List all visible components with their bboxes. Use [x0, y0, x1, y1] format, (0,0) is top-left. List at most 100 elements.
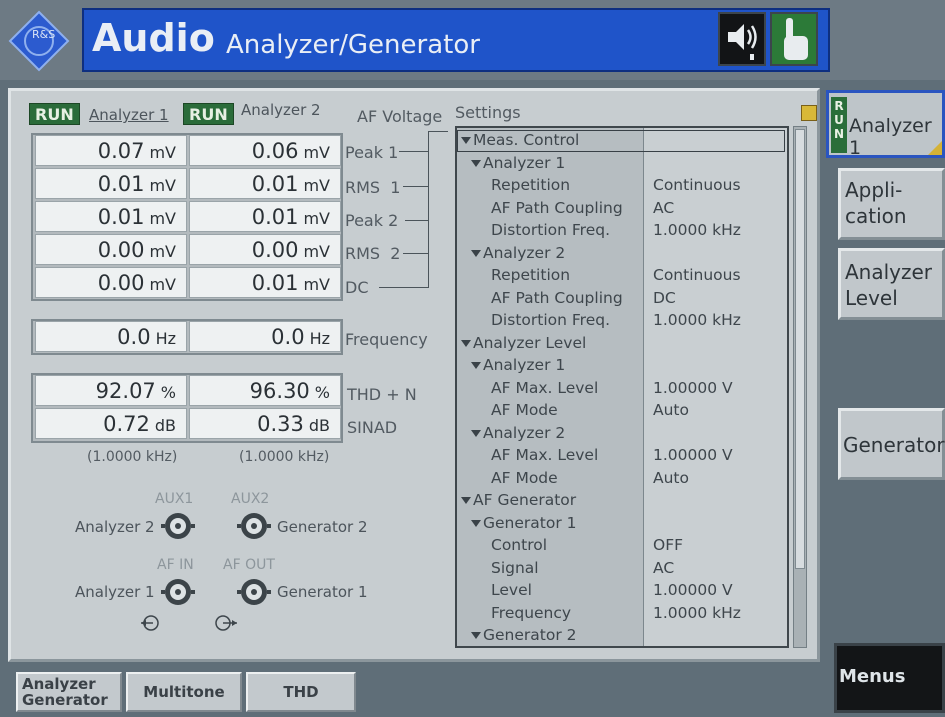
settings-param-row[interactable]: AF Path Coupling DC — [457, 288, 787, 310]
settings-row-label: Repetition — [491, 266, 571, 284]
settings-group-row[interactable]: Analyzer 2 — [457, 423, 787, 445]
corner-triangle-icon — [928, 141, 942, 155]
softkey-application[interactable]: Appli- cation — [838, 168, 945, 240]
expand-triangle-icon[interactable] — [471, 429, 481, 438]
expand-triangle-icon[interactable] — [461, 339, 471, 348]
settings-param-row[interactable]: AF Max. Level 1.00000 V — [457, 378, 787, 400]
expand-triangle-icon[interactable] — [471, 159, 481, 168]
settings-param-row[interactable]: Frequency 1.0000 kHz — [457, 603, 787, 625]
settings-scrollbar[interactable] — [793, 126, 807, 648]
settings-row-label: Analyzer 1 — [483, 153, 566, 172]
settings-row-label: Generator 1 — [483, 513, 577, 532]
settings-group-row[interactable]: Analyzer Level — [457, 333, 787, 355]
expand-triangle-icon[interactable] — [471, 632, 481, 640]
aux1-label: AUX1 — [155, 491, 194, 507]
bracket-wire — [428, 131, 448, 132]
settings-param-row[interactable]: Distortion Freq. 1.0000 kHz — [457, 310, 787, 332]
settings-row-value: Auto — [653, 401, 689, 419]
settings-row-label: Analyzer 2 — [483, 423, 566, 442]
bnc-aux2-icon — [237, 513, 271, 539]
settings-row-value: 1.00000 V — [653, 446, 733, 464]
settings-param-row[interactable]: AF Path Coupling AC — [457, 198, 787, 220]
settings-row-label: AF Mode — [491, 401, 558, 419]
thd-analyzer1: 92.07% — [35, 375, 187, 406]
settings-group-row[interactable]: AF Generator — [457, 490, 787, 512]
settings-group-row[interactable]: Generator 2 — [457, 625, 787, 646]
speaker-icon[interactable] — [718, 12, 766, 66]
settings-scroll-thumb[interactable] — [795, 129, 805, 569]
analyzer1-label[interactable]: Analyzer 1 — [89, 106, 169, 124]
measurement-row: 0.01 mV 0.01 mV — [33, 168, 341, 201]
settings-row-label: Frequency — [491, 603, 572, 622]
generator2-connector-label: Generator 2 — [277, 518, 368, 536]
bnc-af-out-icon — [237, 579, 271, 605]
settings-group-row[interactable]: Analyzer 2 — [457, 243, 787, 265]
measurement-analyzer2-value: 0.00 mV — [189, 234, 341, 265]
measurement-row: 0.07 mV 0.06 mV — [33, 135, 341, 168]
bracket-wire — [403, 186, 429, 187]
settings-row-value: OFF — [653, 536, 684, 554]
analyzer2-label[interactable]: Analyzer 2 — [241, 101, 321, 119]
settings-row-value: Auto — [653, 468, 689, 487]
measurement-label: RMS 1 — [345, 178, 401, 197]
settings-param-row[interactable]: Distortion Freq. 1.0000 kHz — [457, 220, 787, 242]
settings-row-label: AF Path Coupling — [491, 198, 623, 217]
softkey-analyzer1[interactable]: R U N Analyzer 1 — [826, 90, 945, 159]
softkey-analyzer-level[interactable]: Analyzer Level — [838, 248, 945, 320]
output-arrow-icon — [215, 615, 237, 631]
measurement-label: Peak 1 — [345, 143, 399, 162]
bnc-aux1-icon — [161, 513, 195, 539]
touch-hand-icon[interactable] — [770, 12, 818, 66]
measurement-analyzer2-value: 0.01 mV — [189, 168, 341, 199]
measurement-label: DC — [345, 278, 369, 297]
tab-analyzer-generator[interactable]: Analyzer Generator — [16, 672, 122, 712]
settings-row-value: DC — [653, 288, 676, 307]
settings-param-row[interactable]: AF Max. Level 1.00000 V — [457, 445, 787, 467]
settings-param-row[interactable]: Control OFF — [457, 535, 787, 557]
settings-title: Settings — [455, 103, 521, 122]
settings-param-row[interactable]: AF Mode Auto — [457, 400, 787, 422]
frequency-row: 0.0 Hz 0.0 Hz — [31, 319, 343, 355]
af-in-label: AF IN — [157, 557, 194, 573]
settings-group-row[interactable]: Analyzer 1 — [457, 355, 787, 377]
analyzer1-run-badge[interactable]: RUN — [29, 103, 80, 125]
settings-row-value: AC — [653, 558, 675, 577]
settings-row-value: AC — [653, 198, 675, 217]
settings-param-row[interactable]: Repetition Continuous — [457, 175, 787, 197]
expand-triangle-icon[interactable] — [471, 249, 481, 258]
expand-triangle-icon[interactable] — [461, 497, 471, 505]
settings-row-value: 1.0000 kHz — [653, 603, 741, 622]
distortion-freq-analyzer2: (1.0000 kHz) — [239, 449, 330, 465]
sinad-analyzer2: 0.33 dB — [189, 408, 341, 439]
settings-row-label: Repetition — [491, 176, 571, 194]
input-arrow-icon — [141, 615, 159, 631]
settings-group-row[interactable]: Generator 1 — [457, 513, 787, 535]
softkey-generator[interactable]: Generator — [838, 408, 945, 480]
settings-group-row[interactable]: Analyzer 1 — [457, 153, 787, 175]
expand-triangle-icon[interactable] — [471, 362, 481, 370]
settings-row-label: Control — [491, 536, 548, 554]
tab-multitone[interactable]: Multitone — [126, 672, 242, 712]
analyzer1-connector-label: Analyzer 1 — [75, 583, 155, 601]
settings-param-row[interactable]: Level 1.00000 V — [457, 580, 787, 602]
title-box: Audio Analyzer/Generator — [82, 8, 830, 72]
settings-param-row[interactable]: AF Mode Auto — [457, 468, 787, 490]
af-voltage-table: 0.07 mV 0.06 mV 0.01 mV 0.01 mV 0.01 mV 0.01 mV 0.00… — [31, 133, 343, 301]
menus-button[interactable]: Menus — [834, 643, 945, 713]
measurement-analyzer1-value: 0.00 mV — [35, 267, 187, 298]
settings-param-row[interactable]: Repetition Continuous — [457, 265, 787, 287]
tab-thd[interactable]: THD — [246, 672, 356, 712]
settings-row-label: AF Path Coupling — [491, 288, 623, 307]
settings-param-row[interactable]: Signal AC — [457, 558, 787, 580]
settings-group-row[interactable]: Meas. Control — [457, 130, 787, 152]
softkey-analyzer-level-label: Analyzer Level — [845, 260, 933, 310]
measurement-row: 0.00 mV 0.00 mV — [33, 234, 341, 267]
expand-triangle-icon[interactable] — [461, 137, 471, 145]
settings-corner-icon[interactable] — [801, 105, 817, 121]
expand-triangle-icon[interactable] — [471, 519, 481, 528]
analyzer2-run-badge[interactable]: RUN — [183, 103, 234, 125]
settings-tree[interactable]: Meas. Control Analyzer 1 Repetition Continu… — [455, 126, 789, 648]
bracket-wire — [428, 131, 429, 288]
main-panel: RUN Analyzer 1 RUN Analyzer 2 AF Voltage… — [8, 88, 820, 662]
measurement-analyzer2-value: 0.06 mV — [189, 135, 341, 166]
